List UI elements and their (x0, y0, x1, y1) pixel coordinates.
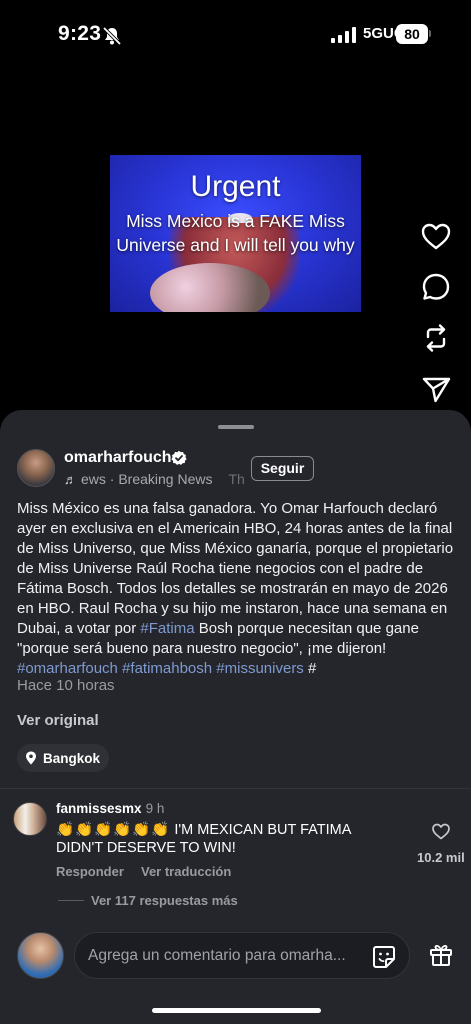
home-indicator[interactable] (152, 1008, 321, 1013)
comment-like-count: 10.2 mil (417, 850, 465, 865)
repost-icon[interactable] (418, 320, 454, 356)
comment-text: 👏👏👏👏👏👏 I'M MEXICAN BUT FATIMA DIDN'T DES… (56, 821, 386, 857)
author-avatar[interactable] (17, 449, 55, 487)
comments-sheet: omarharfouch ♬ ews · Breaking News Th Segu… (0, 410, 471, 1024)
reply-button[interactable]: Responder (56, 864, 124, 879)
comment-input[interactable]: Agrega un comentario para omarha... (74, 932, 410, 979)
share-icon[interactable] (418, 370, 454, 406)
music-title: ews · Breaking News (81, 471, 213, 487)
caption-trailing-hash: # (307, 660, 317, 677)
view-replies-button[interactable]: Ver 117 respuestas más (91, 893, 238, 908)
sticker-icon[interactable] (371, 944, 397, 970)
video-caption-line-2: Universe and I will tell you why (116, 235, 355, 255)
status-bar: 9:23 5GUC 80 (0, 0, 471, 70)
music-info[interactable]: ♬ ews · Breaking News Th (64, 471, 244, 487)
battery-cap (429, 30, 431, 37)
hashtag-link[interactable]: #Fatima (140, 620, 194, 637)
follow-button[interactable]: Seguir (251, 456, 314, 481)
status-time: 9:23 (58, 22, 102, 45)
heart-icon[interactable] (418, 218, 454, 254)
see-original-button[interactable]: Ver original (17, 712, 99, 729)
music-title-overflow: Th (228, 471, 245, 487)
author-username[interactable]: omarharfouch (64, 449, 172, 467)
comment-placeholder: Agrega un comentario para omarha... (88, 947, 346, 964)
video-player[interactable]: Urgent Miss Mexico is a FAKE Miss Univer… (110, 155, 361, 312)
sheet-grabber[interactable] (218, 425, 254, 429)
commenter-avatar[interactable] (13, 802, 47, 836)
caption-text: Miss México es una falsa ganadora. Yo Om… (17, 500, 454, 637)
location-tag[interactable]: Bangkok (17, 744, 110, 772)
commenter-username[interactable]: fanmissesmx (56, 801, 142, 816)
current-user-avatar (17, 932, 64, 979)
hashtags-link[interactable]: #omarharfouch #fatimahbosh #missunivers (17, 660, 304, 677)
location-name: Bangkok (43, 750, 101, 766)
music-note-icon: ♬ (64, 472, 77, 487)
verified-badge-icon (171, 450, 187, 465)
section-divider (0, 788, 471, 789)
replies-connector (58, 900, 84, 901)
location-pin-icon (26, 751, 36, 765)
gift-icon[interactable] (428, 942, 454, 968)
battery-level: 80 (396, 24, 428, 44)
comment-header: fanmissesmx 9 h (56, 801, 164, 816)
signal-icon (331, 27, 356, 43)
comment-icon[interactable] (418, 269, 454, 305)
comment-time: 9 h (145, 801, 165, 816)
video-caption-line-1: Miss Mexico is a FAKE Miss (126, 211, 345, 231)
post-caption: Miss México es una falsa ganadora. Yo Om… (17, 499, 457, 679)
comment-like-icon[interactable] (431, 822, 451, 840)
translate-button[interactable]: Ver traducción (141, 864, 231, 879)
bell-muted-icon (102, 26, 122, 46)
clap-emojis: 👏👏👏👏👏👏 (56, 822, 171, 838)
post-time: Hace 10 horas (17, 677, 115, 694)
video-headline: Urgent (190, 170, 281, 203)
